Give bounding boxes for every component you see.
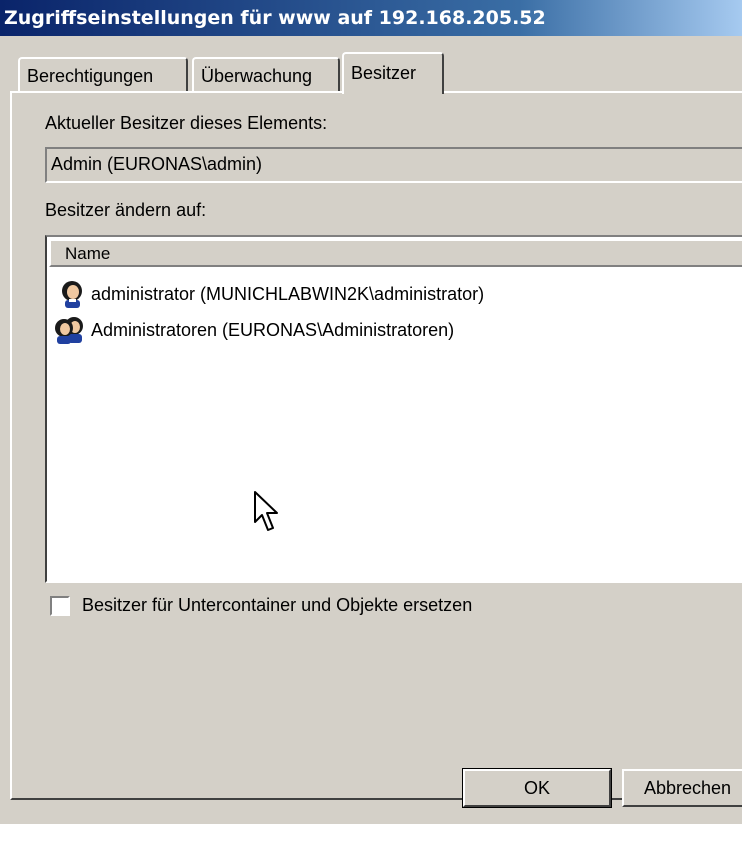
list-item-label: Administratoren (EURONAS\Administratoren… (91, 320, 455, 340)
ok-button[interactable]: OK (462, 768, 612, 808)
ok-button-label: OK (523, 778, 550, 798)
tab-label: Berechtigungen (27, 66, 154, 86)
current-owner-field: Admin (EURONAS\admin) (45, 147, 742, 183)
replace-owner-label[interactable]: Besitzer für Untercontainer und Objekte … (82, 595, 472, 616)
cancel-button[interactable]: Abbrechen (622, 769, 742, 807)
owner-listview[interactable]: Name administrator (MUNICHLABWIN2K\admin… (45, 235, 742, 583)
list-item-label: administrator (MUNICHLABWIN2K\administra… (91, 284, 485, 304)
current-owner-label: Aktueller Besitzer dieses Elements: (45, 113, 328, 133)
group-icon (55, 317, 83, 344)
tab-ueberwachung[interactable]: Überwachung (192, 57, 340, 91)
list-item-administrator[interactable]: administrator (MUNICHLABWIN2K\administra… (57, 279, 484, 309)
column-header-name[interactable]: Name (49, 239, 742, 267)
tab-besitzer[interactable]: Besitzer (342, 52, 444, 94)
title-bar[interactable]: Zugriffseinstellungen für www auf 192.16… (0, 0, 742, 36)
dialog-window: Zugriffseinstellungen für www auf 192.16… (0, 0, 742, 824)
window-title: Zugriffseinstellungen für www auf 192.16… (4, 7, 546, 29)
user-icon (62, 281, 82, 308)
current-owner-value: Admin (EURONAS\admin) (51, 154, 263, 174)
cancel-button-label: Abbrechen (644, 778, 732, 798)
change-owner-label: Besitzer ändern auf: (45, 200, 207, 220)
replace-owner-checkbox[interactable] (50, 596, 70, 616)
tab-label: Überwachung (201, 66, 313, 86)
tab-berechtigungen[interactable]: Berechtigungen (18, 57, 188, 91)
list-item-administratoren[interactable]: Administratoren (EURONAS\Administratoren… (53, 315, 454, 345)
mouse-pointer-icon (254, 491, 278, 531)
tab-label: Besitzer (351, 63, 417, 83)
column-header-label: Name (65, 244, 111, 263)
